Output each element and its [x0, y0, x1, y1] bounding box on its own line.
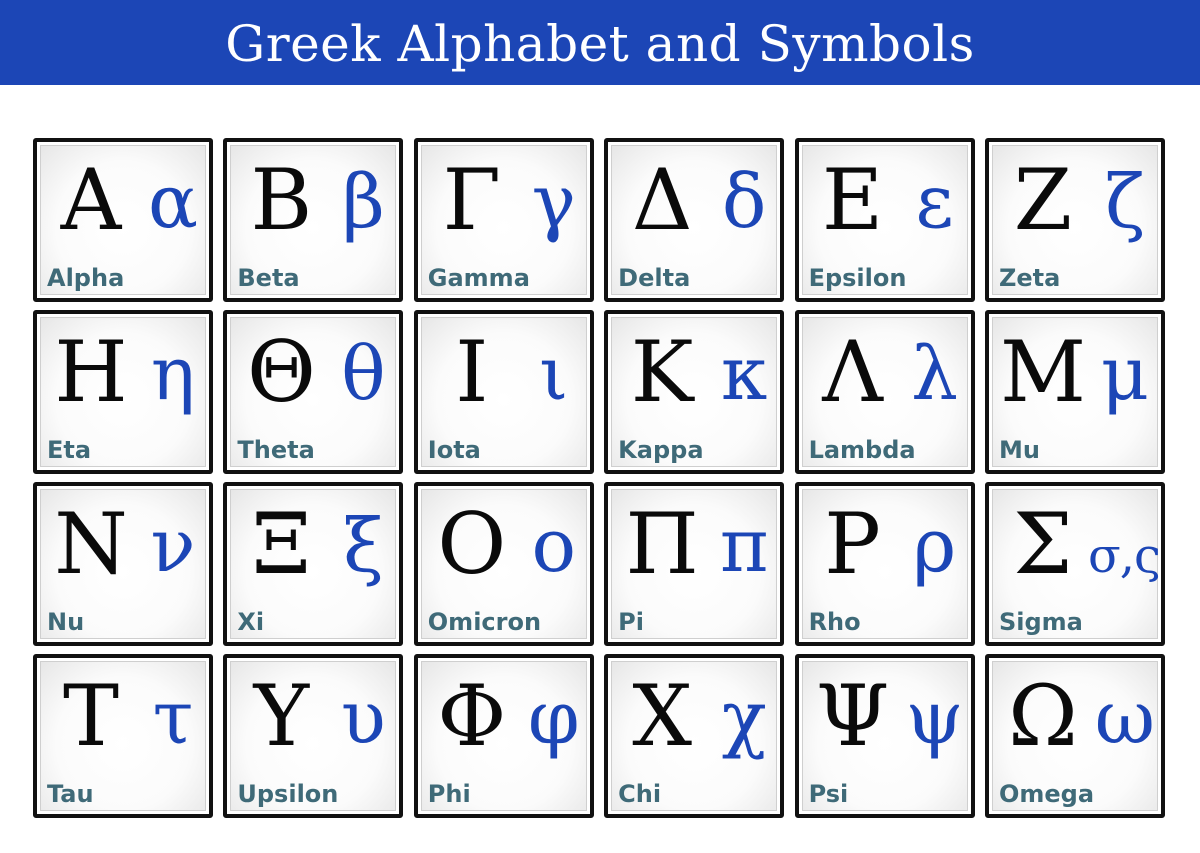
- lowercase-letter: χ: [721, 675, 767, 761]
- uppercase-letter: Β: [250, 151, 313, 249]
- uppercase-letter: Ν: [54, 495, 128, 593]
- uppercase-letter: Υ: [253, 667, 310, 765]
- letter-tile-delta: Δδ Delta: [604, 138, 785, 302]
- letter-tile-mu: Μμ Mu: [984, 310, 1165, 474]
- uppercase-letter: Α: [60, 151, 122, 249]
- letter-name: Pi: [618, 608, 644, 636]
- letter-name: Nu: [47, 608, 85, 636]
- uppercase-letter: Ε: [821, 151, 884, 249]
- lowercase-letter: γ: [531, 159, 576, 245]
- letter-tile-theta: Θθ Theta: [223, 310, 404, 474]
- letter-name: Omega: [998, 780, 1095, 808]
- letter-tile-eta: Ηη Eta: [33, 310, 213, 474]
- letter-tile-lambda: Λλ Lambda: [794, 310, 975, 474]
- uppercase-letter: Μ: [999, 323, 1086, 421]
- letter-tile-xi: Ξξ Xi: [223, 482, 404, 646]
- letter-tile-phi: Φφ Phi: [413, 654, 594, 818]
- letter-tile-zeta: Ζζ Zeta: [984, 138, 1165, 302]
- uppercase-letter: Δ: [631, 151, 693, 249]
- uppercase-letter: Φ: [437, 667, 507, 765]
- uppercase-letter: Η: [54, 323, 128, 421]
- letter-name: Delta: [618, 264, 691, 292]
- uppercase-letter: Π: [625, 495, 699, 593]
- letter-name: Eta: [47, 436, 92, 464]
- uppercase-letter: Χ: [632, 667, 693, 765]
- letter-name: Xi: [237, 608, 265, 636]
- lowercase-letter: ω: [1094, 675, 1156, 761]
- letter-name: Epsilon: [808, 264, 907, 292]
- uppercase-letter: Γ: [442, 151, 501, 249]
- lowercase-letter: π: [719, 503, 769, 589]
- letter-tile-pi: Ππ Pi: [604, 482, 785, 646]
- page-title: Greek Alphabet and Symbols: [225, 14, 975, 73]
- title-banner: Greek Alphabet and Symbols: [0, 0, 1200, 85]
- uppercase-letter: Ζ: [1013, 151, 1073, 249]
- letter-tile-iota: Ιι Iota: [413, 310, 594, 474]
- lowercase-letter: υ: [340, 675, 386, 761]
- letter-name: Zeta: [998, 264, 1061, 292]
- uppercase-letter: Ο: [437, 495, 507, 593]
- lowercase-letter: δ: [721, 159, 767, 245]
- lowercase-letter: φ: [527, 675, 580, 761]
- lowercase-letter: ξ: [343, 503, 384, 589]
- lowercase-letter: τ: [152, 675, 194, 761]
- letter-name: Iota: [427, 436, 481, 464]
- letter-tile-beta: Ββ Beta: [223, 138, 404, 302]
- uppercase-letter: Τ: [62, 667, 120, 765]
- letter-name: Alpha: [47, 264, 125, 292]
- letter-tile-kappa: Κκ Kappa: [604, 310, 785, 474]
- letter-name: Omicron: [427, 608, 542, 636]
- letter-tile-omicron: Οο Omicron: [413, 482, 594, 646]
- letter-tile-rho: Ρρ Rho: [794, 482, 975, 646]
- uppercase-letter: Θ: [246, 323, 316, 421]
- lowercase-letter: ν: [150, 503, 196, 589]
- letter-tile-chi: Χχ Chi: [604, 654, 785, 818]
- letter-name: Phi: [427, 780, 471, 808]
- letter-name: Sigma: [998, 608, 1083, 636]
- uppercase-letter: Ι: [455, 323, 489, 421]
- letter-name: Chi: [618, 780, 662, 808]
- lowercase-letter: η: [150, 331, 196, 417]
- letter-grid: Αα Alpha Ββ Beta Γγ Gamma Δδ Delta Εε Epsilon…: [33, 138, 1165, 818]
- uppercase-letter: Ρ: [824, 495, 881, 593]
- letter-tile-alpha: Αα Alpha: [33, 138, 213, 302]
- lowercase-letter: α: [148, 159, 198, 245]
- lowercase-letter: ο: [531, 503, 577, 589]
- lowercase-letter: β: [342, 159, 385, 245]
- letter-name: Theta: [237, 436, 315, 464]
- letter-tile-sigma: Σσ,ς Sigma: [984, 482, 1165, 646]
- letter-name: Gamma: [427, 264, 530, 292]
- uppercase-letter: Ψ: [815, 667, 890, 765]
- lowercase-letter: ζ: [1104, 159, 1145, 245]
- letter-name: Upsilon: [237, 780, 339, 808]
- letter-name: Rho: [808, 608, 861, 636]
- uppercase-letter: Κ: [630, 323, 694, 421]
- letter-tile-upsilon: Υυ Upsilon: [223, 654, 404, 818]
- uppercase-letter: Σ: [1013, 495, 1073, 593]
- lowercase-letter: κ: [721, 331, 768, 417]
- lowercase-letter: λ: [911, 331, 959, 417]
- lowercase-letter: ρ: [912, 503, 957, 589]
- uppercase-letter: Ξ: [251, 495, 311, 593]
- letter-tile-omega: Ωω Omega: [984, 654, 1165, 818]
- letter-tile-epsilon: Εε Epsilon: [794, 138, 975, 302]
- letter-name: Psi: [808, 780, 849, 808]
- letter-tile-tau: Ττ Tau: [33, 654, 213, 818]
- lowercase-letter: θ: [341, 331, 386, 417]
- uppercase-letter: Ω: [1008, 667, 1078, 765]
- lowercase-letter: σ,ς: [1088, 528, 1161, 584]
- letter-name: Lambda: [808, 436, 916, 464]
- letter-tile-nu: Νν Nu: [33, 482, 213, 646]
- uppercase-letter: Λ: [822, 323, 883, 421]
- letter-name: Mu: [998, 436, 1040, 464]
- letter-name: Kappa: [618, 436, 704, 464]
- letter-tile-psi: Ψψ Psi: [794, 654, 975, 818]
- lowercase-letter: ι: [539, 331, 569, 417]
- lowercase-letter: μ: [1100, 331, 1149, 417]
- lowercase-letter: ψ: [905, 675, 964, 761]
- letter-name: Beta: [237, 264, 300, 292]
- letter-name: Tau: [47, 780, 94, 808]
- letter-tile-gamma: Γγ Gamma: [413, 138, 594, 302]
- lowercase-letter: ε: [915, 159, 954, 245]
